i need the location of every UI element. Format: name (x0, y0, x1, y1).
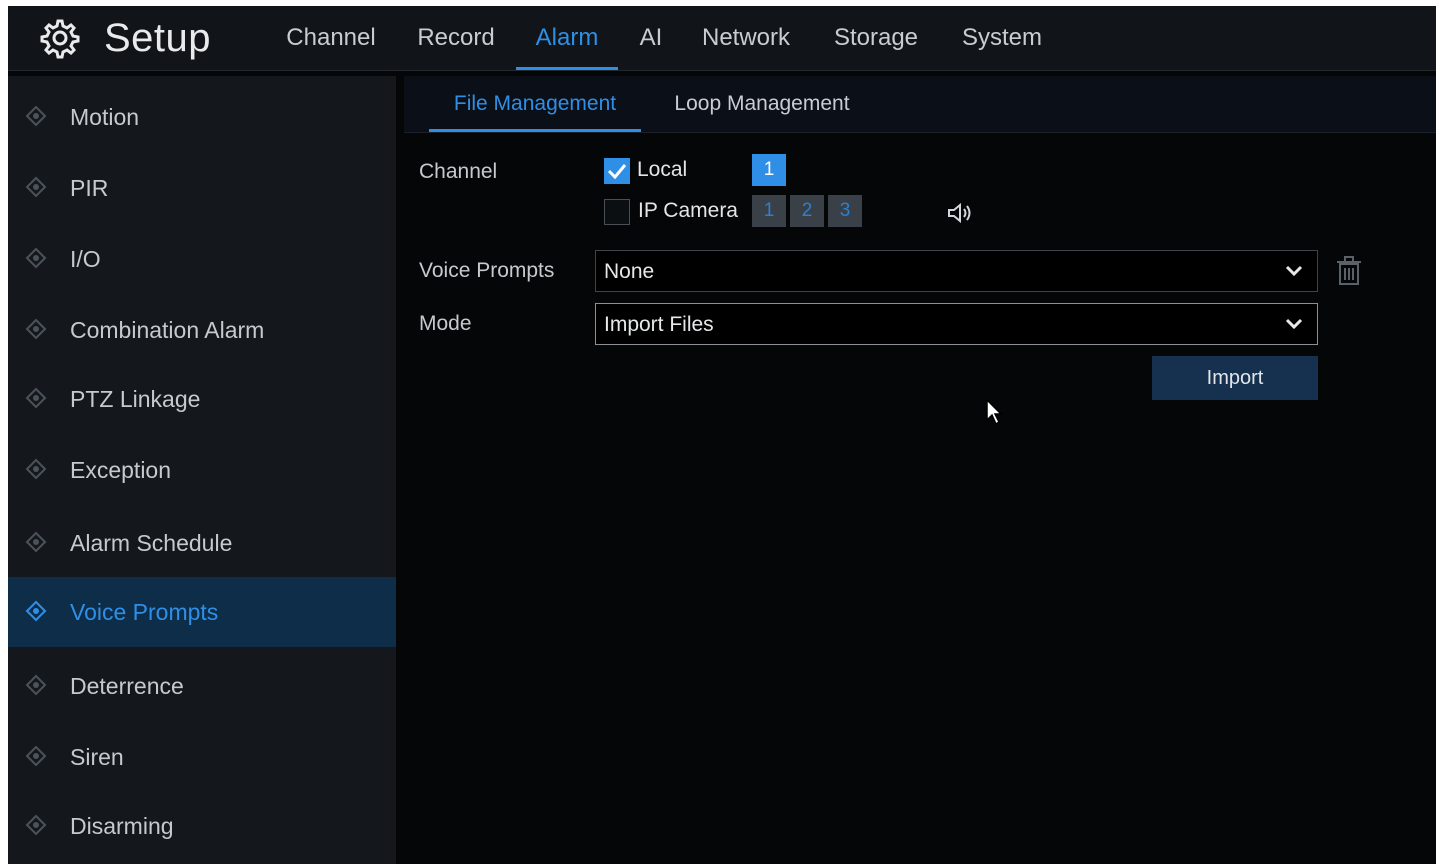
ip-camera-checkbox[interactable] (604, 199, 630, 225)
mouse-cursor-icon (985, 398, 1003, 431)
setup-window: Setup Channel Record Alarm AI Network St… (8, 6, 1436, 864)
local-checkbox[interactable] (604, 158, 630, 184)
tab-system[interactable]: System (956, 6, 1048, 70)
diamond-dot-icon (25, 531, 47, 553)
sidebar-item-disarming[interactable]: Disarming (8, 791, 396, 861)
top-bar: Setup Channel Record Alarm AI Network St… (8, 6, 1436, 71)
diamond-dot-icon (25, 745, 47, 767)
sidebar-item-ptz-linkage[interactable]: PTZ Linkage (8, 364, 396, 434)
diamond-dot-icon (25, 458, 47, 480)
page-title: Setup (104, 15, 212, 60)
ip-camera-channel-1-button[interactable]: 1 (752, 195, 786, 227)
sidebar-item-combination-alarm[interactable]: Combination Alarm (8, 295, 396, 365)
mode-select[interactable]: Import Files (595, 303, 1318, 345)
sidebar-item-voice-prompts[interactable]: Voice Prompts (8, 577, 396, 647)
sidebar-item-label: Alarm Schedule (70, 529, 233, 556)
sidebar-item-label: PIR (70, 174, 109, 201)
diamond-dot-icon (25, 318, 47, 340)
sidebar-item-io[interactable]: I/O (8, 224, 396, 294)
diamond-dot-icon (25, 387, 47, 409)
brand: Setup (38, 14, 211, 62)
speaker-icon[interactable] (946, 201, 974, 230)
mode-value: Import Files (604, 313, 714, 336)
sidebar-item-label: I/O (70, 245, 101, 272)
sidebar-item-label: Motion (70, 103, 140, 130)
sidebar-item-label: Siren (70, 743, 124, 770)
tab-loop-management[interactable]: Loop Management (662, 76, 862, 132)
sidebar-item-siren[interactable]: Siren (8, 722, 396, 792)
sidebar: Motion PIR I/O Combination Alarm PTZ Lin… (8, 76, 396, 864)
local-label: Local (637, 158, 688, 181)
chevron-down-icon (1285, 318, 1303, 330)
channel-label: Channel (419, 160, 498, 183)
sub-tabs: File Management Loop Management (404, 76, 1436, 133)
mode-label: Mode (419, 312, 472, 335)
sidebar-item-exception[interactable]: Exception (8, 435, 396, 505)
import-button[interactable]: Import (1152, 356, 1318, 400)
diamond-dot-icon (25, 674, 47, 696)
sidebar-item-label: Combination Alarm (70, 316, 265, 343)
sidebar-item-label: Deterrence (70, 672, 184, 699)
ip-camera-channel-3-button[interactable]: 3 (828, 195, 862, 227)
sidebar-item-alarm-schedule[interactable]: Alarm Schedule (8, 508, 396, 578)
diamond-dot-icon (25, 247, 47, 269)
tab-network[interactable]: Network (698, 6, 794, 70)
checkmark-icon (607, 164, 627, 180)
sidebar-item-label: Disarming (70, 812, 174, 839)
sidebar-item-label: PTZ Linkage (70, 385, 201, 412)
sidebar-item-pir[interactable]: PIR (8, 153, 396, 223)
diamond-dot-icon (25, 600, 47, 622)
voice-prompts-select[interactable]: None (595, 250, 1318, 292)
sidebar-item-label: Voice Prompts (70, 598, 219, 625)
sidebar-item-deterrence[interactable]: Deterrence (8, 651, 396, 721)
tab-ai[interactable]: AI (634, 6, 668, 70)
diamond-dot-icon (25, 105, 47, 127)
sidebar-item-label: Exception (70, 456, 172, 483)
diamond-dot-icon (25, 814, 47, 836)
gear-icon (38, 16, 82, 60)
tab-record[interactable]: Record (412, 6, 500, 70)
ip-camera-channel-2-button[interactable]: 2 (790, 195, 824, 227)
tab-channel[interactable]: Channel (283, 6, 379, 70)
trash-icon[interactable] (1336, 256, 1362, 291)
content-panel: File Management Loop Management Channel … (396, 76, 1436, 864)
voice-prompts-label: Voice Prompts (419, 259, 555, 282)
chevron-down-icon (1285, 265, 1303, 277)
sidebar-item-motion[interactable]: Motion (8, 82, 396, 152)
tab-file-management[interactable]: File Management (429, 76, 641, 132)
tab-alarm[interactable]: Alarm (516, 6, 618, 70)
diamond-dot-icon (25, 176, 47, 198)
voice-prompts-value: None (604, 260, 655, 283)
ip-camera-label: IP Camera (638, 199, 738, 222)
tab-storage[interactable]: Storage (828, 6, 924, 70)
local-channel-1-button[interactable]: 1 (752, 154, 786, 186)
